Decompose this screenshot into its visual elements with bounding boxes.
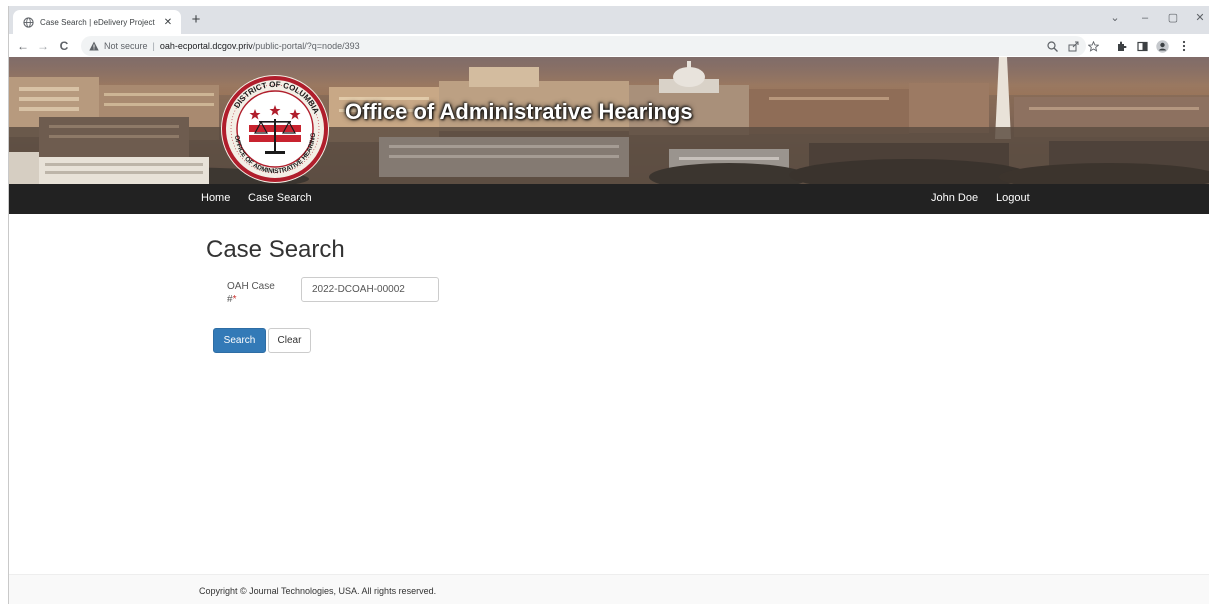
nav-user-link[interactable]: John Doe — [931, 192, 978, 204]
url-separator: | — [152, 41, 155, 51]
site-title: Office of Administrative Hearings — [345, 99, 693, 124]
back-arrow-icon[interactable]: ← — [15, 38, 31, 54]
site-banner: DISTRICT OF COLUMBIA OFFICE OF ADMINISTR… — [9, 57, 1209, 184]
profile-icon[interactable] — [1155, 39, 1169, 53]
bookmark-star-icon[interactable] — [1086, 39, 1100, 53]
required-marker: * — [232, 294, 237, 305]
reload-icon[interactable]: C — [56, 38, 72, 54]
warning-icon — [89, 41, 99, 51]
top-navbar: Home Case Search John Doe Logout — [9, 184, 1209, 214]
forward-arrow-icon[interactable]: → — [35, 38, 51, 54]
main-content: Case Search OAH Case #* Search Clear — [9, 214, 1209, 574]
browser-toolbar: ← → C Not secure | oah-ecportal.dcgov.pr… — [9, 34, 1209, 58]
new-tab-button[interactable]: + — [187, 11, 205, 29]
browser-tab[interactable]: Case Search | eDelivery Project ✕ — [13, 10, 181, 34]
globe-icon — [23, 16, 34, 28]
close-tab-icon[interactable]: ✕ — [161, 17, 175, 28]
tab-strip: Case Search | eDelivery Project ✕ + ⌄ – … — [9, 6, 1209, 34]
nav-home-link[interactable]: Home — [201, 192, 230, 204]
restore-icon[interactable]: ▢ — [1164, 10, 1182, 26]
share-icon[interactable] — [1066, 39, 1080, 53]
oah-seal-logo: DISTRICT OF COLUMBIA OFFICE OF ADMINISTR… — [219, 73, 329, 183]
address-bar[interactable]: Not secure | oah-ecportal.dcgov.priv /pu… — [81, 36, 1086, 56]
browser-window: Case Search | eDelivery Project ✕ + ⌄ – … — [8, 6, 1209, 604]
clear-button[interactable]: Clear — [268, 328, 311, 353]
zoom-icon[interactable] — [1045, 39, 1059, 53]
nav-case-search-link[interactable]: Case Search — [248, 192, 312, 204]
extensions-icon[interactable] — [1114, 39, 1128, 53]
chevron-down-icon[interactable]: ⌄ — [1106, 10, 1124, 26]
tab-title: Case Search | eDelivery Project — [40, 17, 155, 27]
close-window-icon[interactable]: ✕ — [1191, 10, 1209, 26]
not-secure-label: Not secure — [104, 41, 148, 51]
url-host: oah-ecportal.dcgov.priv — [159, 41, 253, 51]
copyright-text: Copyright © Journal Technologies, USA. A… — [199, 586, 437, 596]
case-number-label: OAH Case #* — [227, 280, 277, 306]
menu-icon[interactable] — [1177, 39, 1191, 53]
page-footer: Copyright © Journal Technologies, USA. A… — [9, 574, 1209, 604]
minimize-icon[interactable]: – — [1136, 10, 1154, 26]
search-button[interactable]: Search — [213, 328, 266, 353]
page-title: Case Search — [206, 236, 345, 263]
url-path: /public-portal/?q=node/393 — [252, 41, 360, 51]
case-number-input[interactable] — [301, 277, 439, 302]
side-panel-icon[interactable] — [1135, 39, 1149, 53]
nav-logout-link[interactable]: Logout — [996, 192, 1030, 204]
